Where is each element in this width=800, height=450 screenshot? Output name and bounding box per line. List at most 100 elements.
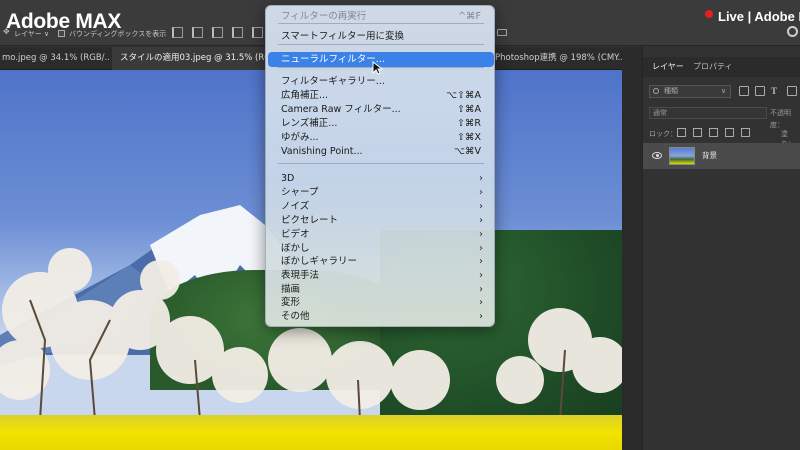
panel-gutter (622, 47, 642, 450)
menu-item-label: ニューラルフィルター... (281, 54, 385, 65)
align-top-icon[interactable] (232, 27, 243, 38)
submenu-arrow-icon: › (479, 311, 483, 322)
menu-item-label: フィルターの再実行 (281, 11, 367, 22)
menu-item-label: 表現手法 (281, 270, 320, 281)
menu-item-label: Vanishing Point... (281, 146, 363, 157)
menu-item-label: 広角補正... (281, 90, 329, 101)
menu-item-shortcut: ⇧⌘X (457, 132, 481, 143)
menu-item[interactable]: ノイズ › (268, 200, 494, 214)
menu-item[interactable]: ぼかし › (268, 242, 494, 256)
adjustment-filter-icon[interactable] (755, 86, 765, 96)
menu-item[interactable]: その他 › (268, 310, 494, 324)
tab-label: スタイルの適用03.jpeg @ 31.5% (RGB/8 (120, 53, 282, 63)
submenu-arrow-icon: › (479, 229, 483, 240)
document-tab-3[interactable]: Photoshop連携 @ 198% (CMY... (495, 47, 640, 70)
submenu-arrow-icon: › (479, 243, 483, 254)
lock-all-icon[interactable] (741, 128, 750, 137)
search-icon (653, 88, 659, 94)
menu-item[interactable]: Vanishing Point... ⌥⌘V (268, 145, 494, 159)
layers-panel: レイヤー プロパティ 種類 ∨ T 通常 不透明度： ロック： 塗り： 背景 (642, 47, 800, 450)
menu-item-label: 3D (281, 173, 295, 184)
menu-item[interactable]: 変形 › (268, 296, 494, 310)
video-camera-icon[interactable] (497, 29, 507, 36)
search-icon[interactable] (787, 26, 798, 37)
tab-properties[interactable]: プロパティ (693, 57, 733, 77)
menu-item-label: フィルターギャラリー... (281, 76, 385, 87)
submenu-arrow-icon: › (479, 284, 483, 295)
menu-item[interactable]: シャープ › (268, 186, 494, 200)
menu-item-label: ノイズ (281, 201, 310, 212)
menu-item[interactable]: 表現手法 › (268, 269, 494, 283)
menu-item-label: その他 (281, 311, 310, 322)
menu-item[interactable]: ビデオ › (268, 228, 494, 242)
pixel-filter-icon[interactable] (739, 86, 749, 96)
menu-item-label: ぼかし (281, 243, 310, 254)
document-tab-1[interactable]: mo.jpeg @ 34.1% (RGB/...× (0, 47, 110, 70)
submenu-arrow-icon: › (479, 297, 483, 308)
menu-item[interactable]: レンズ補正... ⇧⌘R (268, 117, 494, 131)
menu-item-label: 変形 (281, 297, 301, 308)
menu-item[interactable]: 3D › (268, 172, 494, 186)
menu-item[interactable]: Camera Raw フィルター... ⇧⌘A (268, 103, 494, 117)
mouse-cursor-icon (372, 61, 384, 75)
live-indicator-icon (705, 10, 713, 18)
tab-label: Photoshop連携 @ 198% (CMY... (495, 53, 626, 63)
align-center-icon[interactable] (192, 27, 203, 38)
menu-item[interactable]: フィルターギャラリー... (268, 75, 494, 89)
shape-filter-icon[interactable] (787, 86, 797, 96)
bounding-box-checkbox[interactable] (58, 30, 65, 37)
bounding-box-label: バウンディングボックスを表示 (69, 30, 167, 38)
lock-pixels-icon[interactable] (693, 128, 702, 137)
menu-item-label: スマートフィルター用に変換 (281, 31, 405, 42)
move-tool-icon[interactable]: ✥ (3, 27, 13, 37)
align-right-icon[interactable] (212, 27, 223, 38)
blend-mode-select[interactable]: 通常 (649, 107, 767, 119)
menu-item-label: ぼかしギャラリー (281, 256, 358, 267)
submenu-arrow-icon: › (479, 187, 483, 198)
align-middle-icon[interactable] (252, 27, 263, 38)
align-left-icon[interactable] (172, 27, 183, 38)
auto-select-layer-dropdown[interactable]: レイヤー ∨ (14, 29, 49, 39)
menu-item[interactable]: ぼかしギャラリー › (268, 255, 494, 269)
live-label: Live | Adobe M (718, 9, 800, 24)
chevron-down-icon: ∨ (721, 87, 727, 95)
align-controls (172, 27, 263, 38)
submenu-arrow-icon: › (479, 173, 483, 184)
tab-layers[interactable]: レイヤー (652, 57, 684, 77)
lock-position-icon[interactable] (709, 128, 718, 137)
submenu-arrow-icon: › (479, 270, 483, 281)
lock-artboard-icon[interactable] (725, 128, 734, 137)
menu-item-label: ゆがみ... (281, 132, 319, 143)
menu-separator (278, 44, 484, 45)
menu-item[interactable]: フィルターの再実行 ^⌘F (268, 10, 494, 24)
layer-thumbnail (669, 147, 695, 165)
document-tab-active[interactable]: スタイルの適用03.jpeg @ 31.5% (RGB/8× (112, 47, 282, 70)
rapeseed-field (0, 415, 622, 450)
menu-item-shortcut: ⌥⇧⌘A (446, 90, 481, 101)
layer-row-background[interactable]: 背景 (643, 143, 800, 169)
lock-controls (677, 128, 750, 137)
opacity-label: 不透明度： (770, 109, 791, 129)
submenu-arrow-icon: › (479, 215, 483, 226)
menu-item[interactable]: ゆがみ... ⇧⌘X (268, 131, 494, 145)
layer-filter-icons: T (739, 86, 797, 96)
visibility-eye-icon[interactable] (652, 152, 662, 159)
menu-item-label: Camera Raw フィルター... (281, 104, 401, 115)
lock-transparency-icon[interactable] (677, 128, 686, 137)
layer-kind-filter[interactable]: 種類 (649, 85, 731, 98)
menu-item[interactable]: ピクセレート › (268, 214, 494, 228)
menu-item[interactable]: スマートフィルター用に変換 (268, 30, 494, 44)
menu-item-label: ピクセレート (281, 215, 339, 226)
submenu-arrow-icon: › (479, 256, 483, 267)
menu-item-label: レンズ補正... (281, 118, 338, 129)
lock-label: ロック： (649, 130, 677, 138)
menu-item[interactable]: 描画 › (268, 283, 494, 297)
menu-separator (278, 163, 484, 164)
tab-label: mo.jpeg @ 34.1% (RGB/... (2, 53, 110, 63)
type-filter-icon[interactable]: T (771, 86, 781, 96)
menu-item[interactable]: 広角補正... ⌥⇧⌘A (268, 89, 494, 103)
submenu-arrow-icon: › (479, 201, 483, 212)
filter-menu: フィルターの再実行 ^⌘F スマートフィルター用に変換 ニューラルフィルター... フィ… (265, 5, 495, 327)
menu-item-label: ビデオ (281, 229, 310, 240)
menu-item-shortcut: ⌥⌘V (454, 146, 481, 157)
